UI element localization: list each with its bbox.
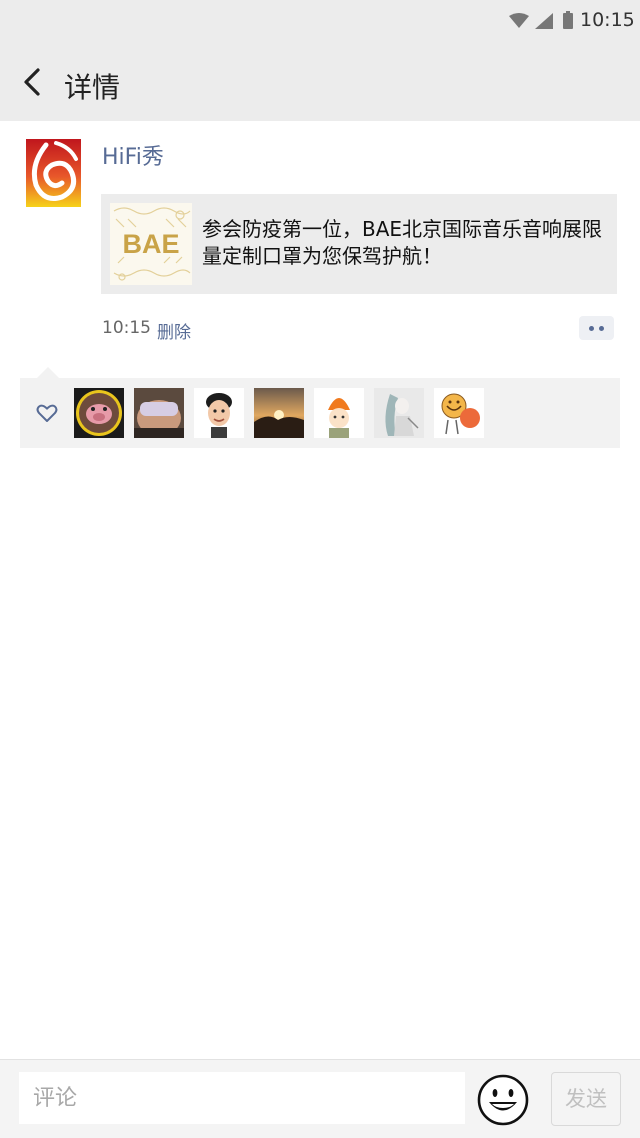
- hifi-logo-icon: [26, 139, 81, 207]
- anime-figure-avatar-icon: [374, 388, 424, 438]
- status-bar: 10:15: [0, 0, 640, 44]
- delete-link[interactable]: 删除: [157, 318, 191, 343]
- smiley-mascot-avatar-icon: [434, 388, 484, 438]
- liker-avatar[interactable]: [374, 388, 424, 438]
- link-thumbnail: BAE: [110, 203, 192, 285]
- heart-icon: [36, 404, 58, 422]
- page-title: 详情: [64, 71, 121, 104]
- liker-avatar[interactable]: [314, 388, 364, 438]
- poster-avatar[interactable]: [26, 139, 81, 207]
- dot-icon: [589, 326, 594, 331]
- wifi-icon: [509, 13, 529, 28]
- liker-avatar[interactable]: [434, 388, 484, 438]
- comment-bar: 发送: [0, 1059, 640, 1138]
- smiley-face-icon: [477, 1074, 529, 1126]
- cartoon-boy-avatar-icon: [194, 388, 244, 438]
- chevron-left-icon: [24, 68, 40, 96]
- dot-icon: [599, 326, 604, 331]
- liker-avatar[interactable]: [194, 388, 244, 438]
- orange-hat-girl-avatar-icon: [314, 388, 364, 438]
- sleeping-person-avatar-icon: [134, 388, 184, 438]
- status-time: 10:15: [580, 9, 635, 31]
- likes-pointer: [37, 367, 59, 378]
- post-timestamp: 10:15: [102, 318, 151, 338]
- emoji-button[interactable]: [476, 1073, 530, 1127]
- back-button[interactable]: [14, 62, 54, 102]
- send-button[interactable]: 发送: [551, 1072, 621, 1126]
- signal-icon: [535, 13, 553, 29]
- liker-avatar[interactable]: [254, 388, 304, 438]
- comment-input[interactable]: [19, 1072, 465, 1124]
- link-title: 参会防疫第一位，BAE北京国际音乐音响展限量定制口罩为您保驾护航！: [202, 217, 603, 268]
- title-bar: 详情: [0, 44, 640, 121]
- pig-avatar-icon: [74, 388, 124, 438]
- more-options-button[interactable]: [579, 316, 614, 340]
- liker-avatar[interactable]: [74, 388, 124, 438]
- poster-name[interactable]: HiFi秀: [102, 139, 164, 171]
- liker-avatar[interactable]: [134, 388, 184, 438]
- likes-section: [20, 378, 620, 448]
- link-thumb-text: BAE: [122, 229, 179, 259]
- battery-icon: [563, 11, 573, 29]
- link-card[interactable]: BAE 参会防疫第一位，BAE北京国际音乐音响展限量定制口罩为您保驾护航！: [101, 194, 617, 294]
- sunset-avatar-icon: [254, 388, 304, 438]
